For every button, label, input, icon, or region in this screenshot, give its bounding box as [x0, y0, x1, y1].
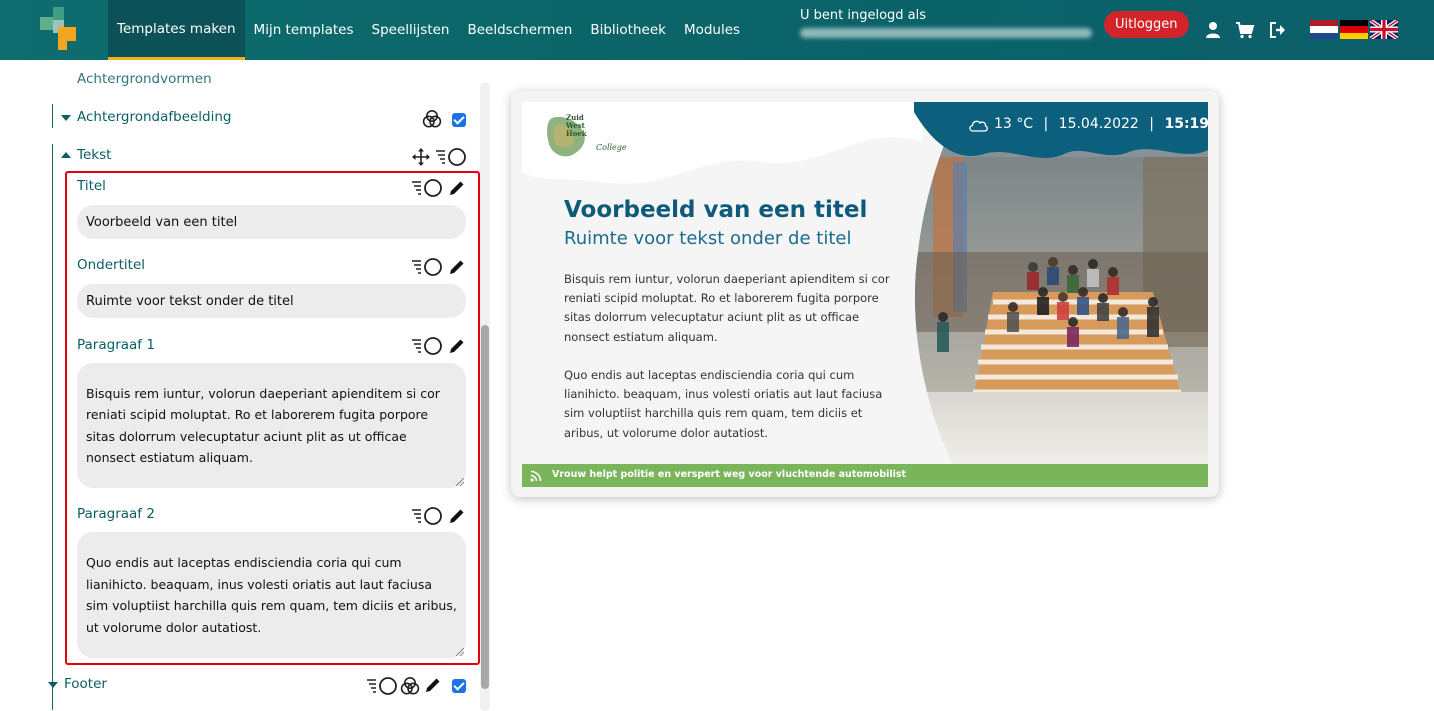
separator-text: |: [1043, 116, 1049, 132]
paragraaf2-label: Paragraaf 2: [77, 506, 155, 522]
pencil-icon[interactable]: [448, 179, 466, 197]
caret-down-icon[interactable]: [61, 115, 71, 121]
nav-mijn-templates[interactable]: Mijn templates: [245, 0, 363, 60]
pencil-icon[interactable]: [448, 507, 466, 525]
cart-icon[interactable]: [1235, 20, 1255, 40]
resize-grip-icon[interactable]: [456, 478, 464, 486]
sign-out-icon[interactable]: [1268, 20, 1288, 40]
achtergrondafbeelding-checkbox[interactable]: [452, 113, 466, 127]
footer-checkbox[interactable]: [452, 679, 466, 693]
top-navigation-bar: Templates maken Mijn templates Speellijs…: [0, 0, 1434, 60]
text-align-circle-icon[interactable]: [411, 257, 443, 277]
preview-paragraph-1: Bisquis rem iuntur, volorun daeperiant a…: [564, 272, 890, 344]
main-nav: Templates maken Mijn templates Speellijs…: [108, 0, 749, 60]
editor-scrollbar-thumb[interactable]: [481, 325, 489, 689]
weather-banner-shape: [914, 102, 1208, 158]
text-align-circle-icon[interactable]: [435, 147, 467, 167]
caret-up-icon[interactable]: [61, 152, 71, 158]
flag-uk-icon[interactable]: [1370, 20, 1398, 39]
text-align-circle-icon[interactable]: [411, 506, 443, 526]
news-ticker: Vrouw helpt politie en verspert weg voor…: [522, 464, 1208, 487]
color-blend-icon[interactable]: [400, 676, 420, 696]
nav-templates-maken[interactable]: Templates maken: [108, 0, 245, 60]
preview-title: Voorbeeld van een titel: [564, 197, 868, 223]
paragraaf2-text: Quo endis aut laceptas endisciendia cori…: [86, 555, 457, 635]
text-align-circle-icon[interactable]: [411, 336, 443, 356]
rss-icon: [530, 470, 542, 482]
tree-item-tekst[interactable]: Tekst: [77, 147, 111, 163]
flag-de-icon[interactable]: [1340, 20, 1368, 39]
titel-label: Titel: [77, 178, 106, 194]
pencil-icon[interactable]: [448, 337, 466, 355]
paragraaf1-label: Paragraaf 1: [77, 337, 155, 353]
temperature-text: 13 °C: [994, 116, 1034, 132]
logo-line-college: College: [596, 143, 627, 152]
paragraaf1-text: Bisquis rem iuntur, volorun daeperiant a…: [86, 385, 440, 466]
paragraaf1-textarea[interactable]: Bisquis rem iuntur, volorun daeperiant a…: [77, 363, 466, 488]
time-text: 15:19: [1164, 116, 1208, 132]
ondertitel-input[interactable]: [77, 284, 466, 318]
news-ticker-text: Vrouw helpt politie en verspert weg voor…: [552, 469, 907, 480]
pencil-icon[interactable]: [424, 676, 442, 694]
resize-grip-icon[interactable]: [456, 648, 464, 656]
school-logo: Zuid West Hoek College: [544, 112, 627, 162]
color-blend-icon[interactable]: [422, 109, 442, 129]
school-logo-text: Zuid West Hoek: [566, 114, 587, 138]
nav-beeldschermen[interactable]: Beeldschermen: [458, 0, 581, 60]
titel-input[interactable]: [77, 205, 466, 239]
date-text: 15.04.2022: [1058, 116, 1139, 132]
move-arrows-icon[interactable]: [411, 147, 431, 167]
caret-down-icon[interactable]: [48, 682, 58, 688]
nav-bibliotheek[interactable]: Bibliotheek: [581, 0, 675, 60]
tree-item-achtergrondafbeelding[interactable]: Achtergrondafbeelding: [77, 109, 232, 125]
login-user-email-blurred: [800, 28, 1092, 38]
separator-text: |: [1149, 116, 1155, 132]
text-align-circle-icon[interactable]: [366, 676, 398, 696]
logout-button[interactable]: Uitloggen: [1104, 11, 1189, 38]
user-icon[interactable]: [1203, 20, 1223, 40]
nav-modules[interactable]: Modules: [675, 0, 749, 60]
pencil-icon[interactable]: [448, 258, 466, 276]
tree-connector: [52, 144, 53, 710]
tree-item-footer[interactable]: Footer: [64, 676, 107, 692]
text-align-circle-icon[interactable]: [411, 178, 443, 198]
preview-paragraph-2: Quo endis aut laceptas endisciendia cori…: [564, 368, 883, 440]
app-logo[interactable]: [36, 7, 78, 53]
flag-nl-icon[interactable]: [1310, 20, 1338, 39]
weather-readout: 13 °C | 15.04.2022 | 15:19: [994, 116, 1208, 132]
login-status-label: U bent ingelogd als: [800, 8, 927, 23]
cloud-icon: [969, 120, 988, 132]
logo-line-hoek: Hoek: [566, 129, 587, 138]
nav-speellijsten[interactable]: Speellijsten: [363, 0, 459, 60]
tree-item-achtergrondvormen[interactable]: Achtergrondvormen: [77, 71, 212, 87]
template-preview-screen: Zuid West Hoek College 13 °C | 15.04.202…: [522, 102, 1208, 487]
tree-connector: [52, 104, 53, 128]
ondertitel-label: Ondertitel: [77, 257, 146, 273]
paragraaf2-textarea[interactable]: Quo endis aut laceptas endisciendia cori…: [77, 532, 466, 658]
preview-subtitle: Ruimte voor tekst onder de titel: [564, 228, 852, 249]
